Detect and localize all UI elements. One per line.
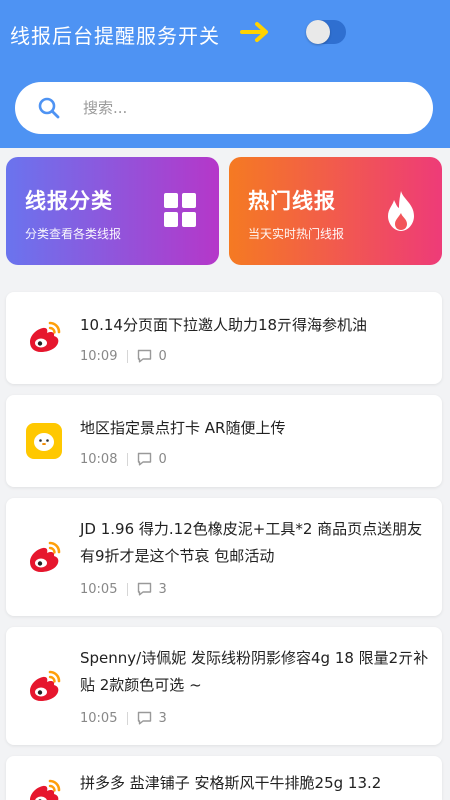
meta-divider [127, 349, 129, 363]
list-item[interactable]: 10.14分页面下拉邀人助力18亓得海参机油 10:09 0 [6, 292, 442, 384]
comment-icon [138, 452, 152, 466]
item-meta: 10:05 3 [80, 709, 167, 727]
item-meta: 10:09 0 [80, 347, 167, 365]
item-title: 拼多多 盐津铺子 安格斯风干牛排脆25g 13.2 [80, 774, 382, 792]
fire-icon [388, 191, 414, 231]
item-meta: 10:08 0 [80, 450, 167, 468]
meta-divider [127, 452, 129, 466]
weibo-icon [30, 541, 61, 572]
item-comment-count: 0 [158, 348, 167, 364]
search-bar[interactable] [15, 82, 433, 134]
item-comment-count: 0 [158, 451, 167, 467]
search-icon [38, 97, 60, 119]
item-time: 10:05 [80, 710, 118, 726]
list-item[interactable]: JD 1.96 得力.12色橡皮泥+工具*2 商品页点送朋友有9折才是这个节哀 … [6, 498, 442, 616]
hot-card-subtitle: 当天实时热门线报 [248, 227, 345, 241]
hot-card[interactable]: 热门线报 当天实时热门线报 [229, 157, 442, 265]
list-item[interactable]: Spenny/诗佩妮 发际线粉阴影修容4g 18 限量2亓补贴 2款颜色可选 ~… [6, 627, 442, 745]
item-comment-count: 3 [158, 581, 167, 597]
item-comment-count: 3 [158, 710, 167, 726]
weibo-icon [30, 321, 61, 352]
weibo-icon [30, 779, 61, 800]
meta-divider [127, 582, 129, 596]
weibo-icon [30, 670, 61, 701]
category-card-title: 线报分类 [25, 189, 113, 213]
comment-icon [138, 582, 152, 596]
reminder-service-toggle[interactable] [306, 20, 346, 44]
toggle-knob [306, 20, 330, 44]
item-title: 10.14分页面下拉邀人助力18亓得海参机油 [80, 316, 368, 334]
list-item[interactable]: 拼多多 盐津铺子 安格斯风干牛排脆25g 13.2 [6, 756, 442, 800]
item-time: 10:08 [80, 451, 118, 467]
qq-icon [26, 423, 62, 459]
item-time: 10:09 [80, 348, 118, 364]
service-toggle-label: 线报后台提醒服务开关 [10, 24, 220, 48]
list-item[interactable]: 地区指定景点打卡 AR随便上传 10:08 0 [6, 395, 442, 487]
category-card-subtitle: 分类查看各类线报 [25, 227, 122, 241]
meta-divider [127, 711, 129, 725]
hot-card-title: 热门线报 [248, 189, 336, 213]
comment-icon [138, 711, 152, 725]
item-title: JD 1.96 得力.12色橡皮泥+工具*2 商品页点送朋友有9折才是这个节哀 … [80, 520, 423, 565]
arrow-right-icon [240, 22, 268, 42]
comment-icon [138, 349, 152, 363]
category-card[interactable]: 线报分类 分类查看各类线报 [6, 157, 219, 265]
item-meta: 10:05 3 [80, 580, 167, 598]
top-header: 线报后台提醒服务开关 [0, 0, 450, 148]
grid-icon [164, 193, 196, 227]
search-input[interactable] [83, 95, 383, 121]
item-title: Spenny/诗佩妮 发际线粉阴影修容4g 18 限量2亓补贴 2款颜色可选 ~ [80, 649, 429, 694]
item-title: 地区指定景点打卡 AR随便上传 [80, 419, 286, 437]
item-time: 10:05 [80, 581, 118, 597]
